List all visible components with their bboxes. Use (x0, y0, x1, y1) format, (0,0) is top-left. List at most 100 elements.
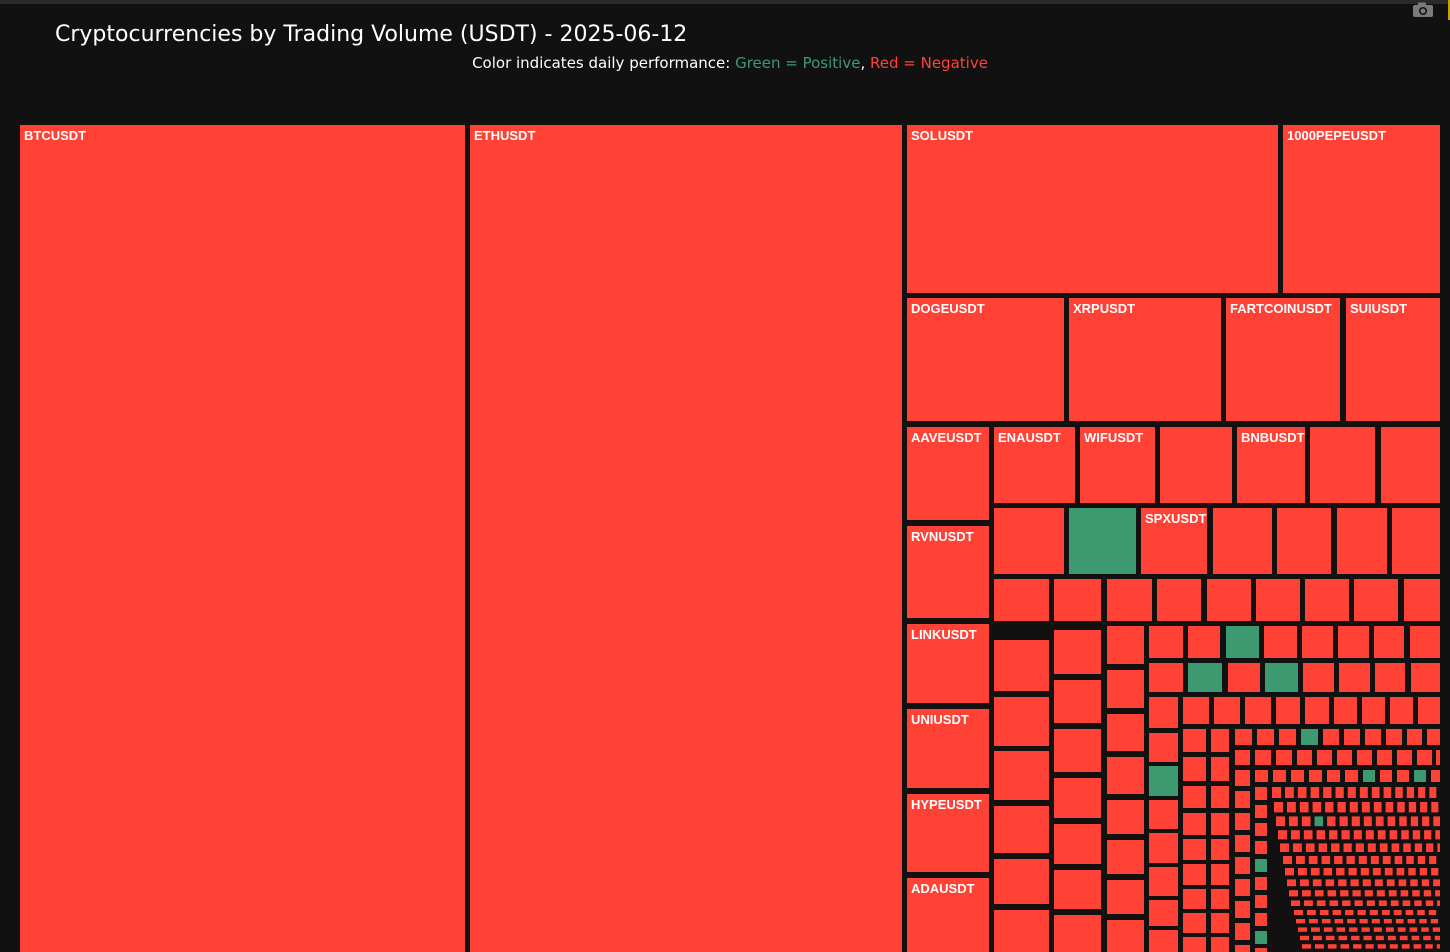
treemap-tile-27[interactable] (994, 579, 1049, 621)
treemap-tile-183[interactable] (1397, 802, 1405, 813)
treemap-tile-296[interactable] (1319, 910, 1329, 915)
treemap-tile-130[interactable] (1235, 791, 1250, 808)
treemap-tile-87[interactable] (1362, 697, 1385, 724)
treemap-tile-217[interactable] (1305, 843, 1315, 852)
treemap-tile-185[interactable] (1420, 802, 1428, 813)
treemap-tile-145[interactable] (1380, 770, 1392, 782)
treemap-tile-btcusdt[interactable] (20, 125, 465, 952)
treemap-tile-52[interactable] (1107, 757, 1144, 794)
treemap-tile-267[interactable] (1433, 879, 1440, 887)
treemap-tile-211[interactable] (1401, 830, 1409, 840)
treemap-tile-210[interactable] (1389, 830, 1398, 840)
treemap-tile-113[interactable] (1344, 729, 1360, 745)
treemap-tile-30[interactable] (1157, 579, 1201, 621)
treemap-tile-126[interactable] (1397, 750, 1412, 765)
treemap-tile-122[interactable] (1317, 750, 1332, 765)
treemap-tile-144[interactable] (1363, 770, 1375, 782)
treemap-tile-258[interactable] (1325, 879, 1335, 887)
treemap-tile-127[interactable] (1417, 750, 1432, 765)
treemap-tile-40[interactable] (994, 859, 1049, 904)
treemap-tile-109[interactable] (1257, 729, 1274, 745)
treemap-tile-320[interactable] (1323, 927, 1333, 932)
treemap-tile-342[interactable] (1302, 944, 1311, 949)
treemap-tile-108[interactable] (1235, 729, 1252, 745)
treemap-tile-43[interactable] (1054, 680, 1101, 723)
treemap-tile-309[interactable] (1334, 919, 1344, 924)
treemap-tile-315[interactable] (1407, 919, 1416, 924)
treemap-tile-103[interactable] (1211, 839, 1229, 860)
treemap-tile-182[interactable] (1385, 802, 1394, 813)
treemap-tile-190[interactable] (1314, 816, 1324, 827)
treemap-tile-55[interactable] (1107, 880, 1144, 914)
treemap-tile-197[interactable] (1399, 816, 1407, 827)
treemap-tile-33[interactable] (1305, 579, 1349, 621)
treemap-tile-135[interactable] (1235, 901, 1250, 918)
treemap-tile-326[interactable] (1397, 927, 1406, 932)
treemap-tile-175[interactable] (1299, 802, 1309, 813)
treemap-tile-302[interactable] (1393, 910, 1402, 915)
treemap-tile-171[interactable] (1418, 787, 1426, 798)
treemap-tile-35[interactable] (1404, 579, 1440, 621)
treemap-tile-139[interactable] (1273, 770, 1286, 782)
treemap-tile-114[interactable] (1365, 729, 1381, 745)
treemap-tile-71[interactable] (1375, 663, 1405, 692)
treemap-tile-28[interactable] (1054, 579, 1101, 621)
treemap-tile-201[interactable] (1278, 830, 1287, 840)
treemap-tile-166[interactable] (1359, 787, 1368, 798)
treemap-tile-21[interactable] (1069, 508, 1136, 574)
treemap-tile-25[interactable] (1337, 508, 1387, 574)
treemap-tile-79[interactable] (1149, 900, 1178, 926)
treemap-tile-77[interactable] (1149, 833, 1178, 863)
treemap-tile-117[interactable] (1427, 729, 1440, 745)
treemap-tile-dogeusdt[interactable] (907, 298, 1064, 421)
treemap-tile-242[interactable] (1285, 868, 1294, 876)
treemap-tile-31[interactable] (1207, 579, 1251, 621)
treemap-tile-345[interactable] (1340, 944, 1350, 949)
treemap-tile-95[interactable] (1183, 864, 1206, 885)
treemap-tile-322[interactable] (1349, 927, 1358, 932)
treemap-tile-319[interactable] (1311, 927, 1320, 932)
treemap-tile-335[interactable] (1363, 935, 1372, 941)
treemap-tile-165[interactable] (1347, 787, 1356, 798)
treemap-tile-112[interactable] (1323, 729, 1339, 745)
treemap-tile-133[interactable] (1235, 857, 1250, 874)
treemap-tile-259[interactable] (1338, 879, 1347, 887)
treemap-tile-271[interactable] (1327, 890, 1337, 897)
treemap-tile-288[interactable] (1378, 900, 1387, 906)
treemap-tile-340[interactable] (1423, 935, 1431, 941)
treemap-tile-192[interactable] (1339, 816, 1348, 827)
treemap-tile-151[interactable] (1255, 823, 1267, 836)
treemap-tile-343[interactable] (1315, 944, 1324, 949)
treemap-tile-198[interactable] (1410, 816, 1419, 827)
treemap-tile-136[interactable] (1235, 923, 1250, 940)
treemap-tile-68[interactable] (1265, 663, 1298, 692)
treemap-tile-18[interactable] (1310, 427, 1375, 503)
treemap-tile-141[interactable] (1309, 770, 1322, 782)
treemap-tile-339[interactable] (1411, 935, 1420, 941)
treemap-tile-199[interactable] (1422, 816, 1430, 827)
treemap-tile-321[interactable] (1336, 927, 1346, 932)
treemap-tile-329[interactable] (1432, 927, 1440, 932)
treemap-tile-45[interactable] (1054, 778, 1101, 818)
treemap-tile-99[interactable] (1211, 729, 1229, 752)
treemap-tile-96[interactable] (1183, 889, 1206, 909)
treemap-tile-24[interactable] (1277, 508, 1331, 574)
treemap-tile-295[interactable] (1307, 910, 1316, 915)
treemap-tile-116[interactable] (1407, 729, 1422, 745)
treemap-tile-20[interactable] (994, 508, 1064, 574)
treemap-tile-119[interactable] (1255, 750, 1271, 765)
treemap-tile-244[interactable] (1310, 868, 1320, 876)
treemap-tile-202[interactable] (1291, 830, 1300, 840)
treemap-tile-65[interactable] (1149, 663, 1183, 692)
treemap-tile-312[interactable] (1371, 919, 1380, 924)
treemap-tile-98[interactable] (1183, 937, 1206, 952)
treemap-tile-231[interactable] (1308, 856, 1318, 864)
treemap-tile-218[interactable] (1318, 843, 1328, 852)
treemap-tile-153[interactable] (1255, 859, 1267, 872)
treemap-tile-156[interactable] (1255, 913, 1267, 926)
treemap-tile-66[interactable] (1188, 663, 1222, 692)
treemap-tile-74[interactable] (1149, 733, 1178, 762)
treemap-tile-287[interactable] (1366, 900, 1375, 906)
treemap-tile-115[interactable] (1386, 729, 1402, 745)
treemap-tile-170[interactable] (1406, 787, 1415, 798)
